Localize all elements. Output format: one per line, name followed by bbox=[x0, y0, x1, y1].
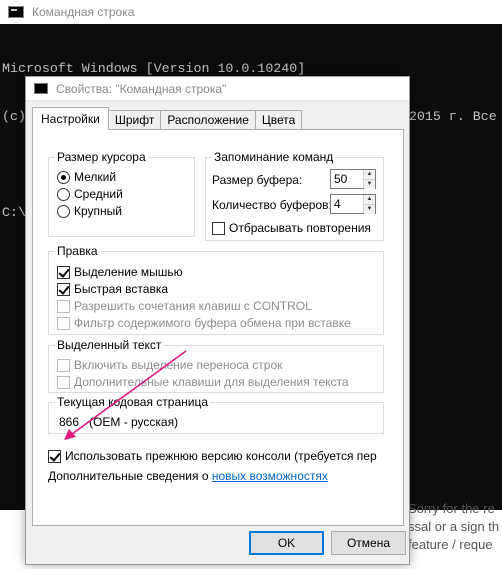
codepage-legend: Текущая кодовая страница bbox=[55, 395, 211, 409]
cursor-size-group: Размер курсора Мелкий Средний Крупный bbox=[48, 150, 195, 237]
console-app-icon bbox=[34, 83, 48, 94]
tab-colors[interactable]: Цвета bbox=[254, 110, 303, 130]
console-app-icon bbox=[8, 6, 24, 18]
quick-edit-label: Выделение мышью bbox=[74, 265, 183, 279]
buffer-count-label: Количество буферов: bbox=[212, 198, 332, 212]
text-selection-legend: Выделенный текст bbox=[55, 338, 164, 352]
line-wrap-checkbox: Включить выделение переноса строк bbox=[57, 358, 282, 372]
edit-legend: Правка bbox=[55, 244, 100, 258]
radio-large-label: Крупный bbox=[74, 204, 122, 218]
more-info-line: Дополнительные сведения о новых возможно… bbox=[48, 469, 328, 483]
buffer-size-stepper[interactable]: 50 ▲ ▼ bbox=[330, 169, 376, 189]
line-wrap-box bbox=[57, 358, 70, 372]
radio-large[interactable]: Крупный bbox=[57, 204, 122, 218]
more-info-text: Дополнительные сведения о bbox=[48, 469, 212, 483]
radio-small[interactable]: Мелкий bbox=[57, 170, 116, 184]
ok-button[interactable]: OK bbox=[249, 531, 324, 555]
radio-medium-label: Средний bbox=[74, 187, 123, 201]
background-webpage-text: Sorry for the re ssal or a sign th featu… bbox=[400, 500, 502, 569]
quick-edit-box[interactable] bbox=[57, 265, 70, 279]
radio-medium[interactable]: Средний bbox=[57, 187, 123, 201]
settings-panel: Размер курсора Мелкий Средний Крупный За… bbox=[32, 129, 404, 526]
codepage-group: Текущая кодовая страница 866 (OEM - русс… bbox=[48, 395, 384, 434]
command-history-legend: Запоминание команд bbox=[212, 150, 336, 164]
ctrl-keys-checkbox: Разрешить сочетания клавиш с CONTROL bbox=[57, 299, 312, 313]
text-selection-group: Выделенный текст Включить выделение пере… bbox=[48, 338, 384, 393]
cursor-size-legend: Размер курсора bbox=[55, 150, 148, 164]
buffer-count-stepper[interactable]: 4 ▲ ▼ bbox=[330, 194, 376, 214]
background-text-line: ssal or a sign th bbox=[408, 519, 500, 534]
buffer-size-label: Размер буфера: bbox=[212, 173, 303, 187]
legacy-console-box[interactable] bbox=[48, 449, 61, 463]
tab-layout[interactable]: Расположение bbox=[160, 110, 256, 130]
line-wrap-label: Включить выделение переноса строк bbox=[74, 358, 283, 372]
radio-small-indicator[interactable] bbox=[57, 170, 70, 184]
properties-dialog: Свойства: "Командная строка" Настройки Ш… bbox=[25, 76, 410, 565]
background-text-line: Sorry for the re bbox=[408, 501, 495, 516]
legacy-console-checkbox[interactable]: Использовать прежнюю версию консоли (тре… bbox=[48, 449, 377, 463]
background-text-line: feature / reque bbox=[408, 537, 493, 552]
insert-mode-box[interactable] bbox=[57, 282, 70, 296]
spin-down-icon[interactable]: ▼ bbox=[364, 180, 375, 189]
spin-up-icon[interactable]: ▲ bbox=[364, 170, 375, 180]
extended-keys-checkbox: Дополнительные клавиши для выделения тек… bbox=[57, 375, 349, 389]
spin-down-icon[interactable]: ▼ bbox=[364, 205, 375, 214]
console-titlebar: Командная строка bbox=[0, 0, 502, 24]
buffer-count-value[interactable]: 4 bbox=[331, 195, 363, 213]
extended-keys-box bbox=[57, 375, 70, 389]
radio-large-indicator[interactable] bbox=[57, 204, 70, 218]
console-line: Microsoft Windows [Version 10.0.10240] bbox=[2, 61, 306, 76]
new-features-link[interactable]: новых возможностях bbox=[212, 469, 328, 483]
radio-small-label: Мелкий bbox=[74, 170, 117, 184]
discard-duplicates-box[interactable] bbox=[212, 221, 225, 235]
console-window-title: Командная строка bbox=[32, 5, 135, 19]
tab-font[interactable]: Шрифт bbox=[107, 110, 162, 130]
buffer-size-value[interactable]: 50 bbox=[331, 170, 363, 188]
insert-mode-label: Быстрая вставка bbox=[74, 282, 169, 296]
dialog-title: Свойства: "Командная строка" bbox=[56, 81, 227, 96]
dialog-titlebar[interactable]: Свойства: "Командная строка" bbox=[26, 77, 409, 101]
filter-paste-box bbox=[57, 316, 70, 330]
insert-mode-checkbox[interactable]: Быстрая вставка bbox=[57, 282, 168, 296]
radio-medium-indicator[interactable] bbox=[57, 187, 70, 201]
codepage-value: 866 (OEM - русская) bbox=[59, 415, 179, 429]
ctrl-keys-label: Разрешить сочетания клавиш с CONTROL bbox=[74, 299, 312, 313]
discard-duplicates-checkbox[interactable]: Отбрасывать повторения bbox=[212, 221, 371, 235]
edit-group: Правка Выделение мышью Быстрая вставка Р… bbox=[48, 244, 384, 335]
quick-edit-checkbox[interactable]: Выделение мышью bbox=[57, 265, 183, 279]
command-history-group: Запоминание команд Размер буфера: 50 ▲ ▼… bbox=[205, 150, 384, 241]
legacy-console-label: Использовать прежнюю версию консоли (тре… bbox=[65, 449, 377, 463]
filter-paste-checkbox: Фильтр содержимого буфера обмена при вст… bbox=[57, 316, 351, 330]
spin-up-icon[interactable]: ▲ bbox=[364, 195, 375, 205]
discard-duplicates-label: Отбрасывать повторения bbox=[229, 221, 371, 235]
filter-paste-label: Фильтр содержимого буфера обмена при вст… bbox=[74, 316, 351, 330]
tab-strip: Настройки Шрифт Расположение Цвета bbox=[32, 107, 303, 130]
cancel-button[interactable]: Отмена bbox=[331, 531, 406, 555]
tab-settings[interactable]: Настройки bbox=[32, 107, 109, 130]
extended-keys-label: Дополнительные клавиши для выделения тек… bbox=[74, 375, 349, 389]
ctrl-keys-box bbox=[57, 299, 70, 313]
